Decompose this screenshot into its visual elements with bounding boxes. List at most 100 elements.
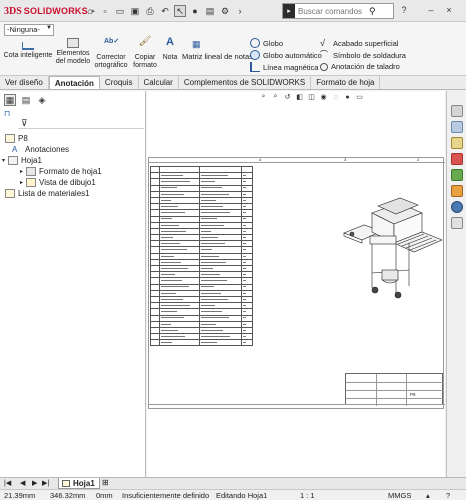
collapse-arrow-icon[interactable]: ▸ (20, 168, 23, 175)
spell-checker-button[interactable]: Ab✓ Corrector ortográfico (92, 38, 130, 70)
zoom-to-fit-icon[interactable]: ⌕ (259, 93, 268, 102)
tree-filter-bar[interactable] (18, 117, 144, 129)
search-commands-box[interactable]: ▸ ⚲ (282, 3, 394, 19)
property-manager-tab-icon[interactable]: ▤ (20, 94, 32, 106)
tree-lista-label: Lista de materiales1 (18, 189, 90, 198)
barbecue-grill-model-view[interactable] (334, 188, 444, 303)
auto-balloon-button[interactable]: Globo automático (250, 50, 322, 60)
view-palette-icon[interactable] (451, 153, 463, 165)
search-input[interactable] (295, 6, 367, 16)
save-icon[interactable]: ▣ (129, 5, 141, 17)
auto-balloon-icon (250, 50, 260, 60)
close-icon[interactable]: × (443, 4, 455, 16)
surface-finish-button[interactable]: √ Acabado superficial (320, 38, 398, 48)
magnetic-line-icon (250, 62, 260, 72)
appearances-icon[interactable] (451, 169, 463, 181)
rebuild-icon[interactable]: ● (189, 5, 201, 17)
new-document-icon[interactable]: ▫ (99, 5, 111, 17)
sheet-tab-hoja1[interactable]: Hoja1 (58, 478, 100, 489)
feature-manager-panel: ▦ ▤ ◈ ⊓ ⊽ P8 A Anotaciones ▾ Hoja1 ▸ For… (0, 91, 146, 477)
title-block[interactable]: P8 (345, 373, 444, 406)
search-icon[interactable]: ⚲ (369, 6, 376, 17)
auto-balloon-label: Globo automático (263, 50, 322, 60)
tab-croquis[interactable]: Croquis (100, 76, 139, 89)
tree-anotaciones-label: Anotaciones (25, 145, 70, 154)
print-icon[interactable]: ⎙ (144, 5, 156, 17)
zoom-area-icon[interactable]: ⌕ (271, 93, 280, 102)
note-label: Nota (162, 54, 178, 61)
units-chevron-up-icon[interactable]: ▴ (426, 491, 430, 500)
previous-sheet-icon[interactable]: ◀ (20, 479, 25, 487)
tree-vista-label: Vista de dibujo1 (39, 178, 96, 187)
bill-of-materials-table[interactable] (150, 165, 253, 347)
tree-item-hoja1[interactable]: ▾ Hoja1 (2, 156, 42, 165)
status-units[interactable]: MMGS (388, 491, 411, 500)
next-sheet-icon[interactable]: ▶ (32, 479, 37, 487)
add-sheet-icon[interactable]: ⊞ (102, 478, 109, 487)
hole-callout-button[interactable]: Anotación de taladro (320, 62, 400, 71)
tree-item-anotaciones[interactable]: A Anotaciones (12, 145, 69, 154)
section-view-icon[interactable]: ◧ (295, 93, 304, 102)
last-sheet-icon[interactable]: ▶| (42, 479, 49, 487)
display-style-icon[interactable]: ◉ (319, 93, 328, 102)
more-arrow-icon[interactable]: › (234, 5, 246, 17)
tree-item-vista-dibujo1[interactable]: ▸ Vista de dibujo1 (20, 178, 96, 187)
linear-note-pattern-label: Matriz lineal de notas (182, 52, 253, 61)
tree-item-lista-materiales1[interactable]: Lista de materiales1 (5, 189, 90, 198)
home-icon[interactable]: ⌂ (84, 5, 96, 17)
help-question-icon[interactable]: ? (446, 491, 450, 500)
notes-icon[interactable] (451, 217, 463, 229)
options-gear-icon[interactable]: ⚙ (219, 5, 231, 17)
panel-collapse-icon[interactable]: ⊓ (4, 109, 10, 118)
expand-arrow-icon[interactable]: ▾ (2, 157, 5, 164)
weld-symbol-button[interactable]: ⌒ Símbolo de soldadura (320, 50, 406, 60)
drawing-sheet[interactable]: 4 3 2 P8 (148, 157, 445, 409)
tab-ver-diseno[interactable]: Ver diseño (0, 76, 49, 89)
select-pointer-icon[interactable]: ↖ (174, 5, 186, 17)
sheet-tab-icon (62, 479, 70, 487)
collapse-arrow-icon[interactable]: ▸ (20, 179, 23, 186)
tab-formato-hoja[interactable]: Formato de hoja (311, 76, 381, 89)
configuration-tab-icon[interactable]: ◈ (36, 94, 48, 106)
tab-anotacion[interactable]: Anotación (48, 76, 100, 89)
scene-icon[interactable]: ▭ (355, 93, 364, 102)
model-items-button[interactable]: Elementos del modelo (53, 38, 93, 66)
status-bar: 21.39mm 346.32mm 0mm Insuficientemente d… (0, 489, 466, 500)
3ds-logo-icon: 3DS (4, 5, 22, 17)
smart-dimension-button[interactable]: Cota inteligente (2, 42, 54, 60)
undo-icon[interactable]: ↶ (159, 5, 171, 17)
balloon-button[interactable]: Globo (250, 38, 283, 48)
linear-note-pattern-button[interactable]: Matriz lineal de notas (182, 52, 253, 61)
design-library-icon[interactable] (451, 121, 463, 133)
tab-calcular[interactable]: Calcular (139, 76, 179, 89)
feature-tree-tab-icon[interactable]: ▦ (4, 94, 16, 106)
tree-item-p8[interactable]: P8 (5, 134, 28, 143)
custom-properties-icon[interactable] (451, 185, 463, 197)
minimize-icon[interactable]: – (425, 4, 437, 16)
format-painter-button[interactable]: 🖌 Copiar formato (131, 37, 159, 70)
balloon-icon (250, 38, 260, 48)
balloon-label: Globo (263, 38, 284, 48)
file-properties-icon[interactable]: ▤ (204, 5, 216, 17)
tab-complementos[interactable]: Complementos de SOLIDWORKS (179, 76, 312, 89)
search-expand-icon[interactable]: ▸ (283, 4, 295, 18)
previous-view-icon[interactable]: ↺ (283, 93, 292, 102)
first-sheet-icon[interactable]: |◀ (4, 479, 11, 487)
hide-show-items-icon[interactable]: ◌ (331, 93, 340, 102)
graphics-area[interactable]: ⌕ ⌕ ↺ ◧ ◫ ◉ ◌ ● ▭ 4 3 2 P8 (147, 91, 445, 477)
status-y-coordinate: 346.32mm (50, 491, 86, 500)
solidworks-resources-icon[interactable] (451, 105, 463, 117)
solidworks-logo[interactable]: 3DS SOLIDWORKS ▸ (4, 4, 95, 18)
magnetic-line-button[interactable]: Línea magnética (250, 62, 318, 72)
bom-cell (150, 339, 160, 347)
view-orientation-icon[interactable]: ◫ (307, 93, 316, 102)
status-scale[interactable]: 1 : 1 (300, 491, 315, 500)
tree-item-formato-hoja1[interactable]: ▸ Formato de hoja1 (20, 167, 102, 176)
appearance-icon[interactable]: ● (343, 93, 352, 102)
solidworks-forum-icon[interactable] (451, 201, 463, 213)
file-explorer-icon[interactable] (451, 137, 463, 149)
open-folder-icon[interactable]: ▭ (114, 5, 126, 17)
chevron-down-icon[interactable]: ▼ (46, 25, 52, 31)
note-button[interactable]: A Nota (160, 37, 180, 62)
help-icon[interactable]: ? (398, 4, 410, 16)
